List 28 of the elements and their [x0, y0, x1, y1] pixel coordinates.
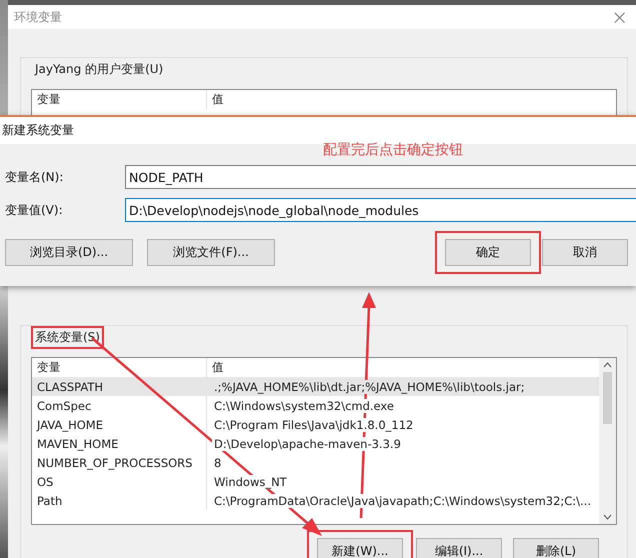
dialog-button[interactable]: 取消	[542, 239, 628, 266]
table-cell: D:\Develop\apache-maven-3.3.9	[212, 436, 403, 450]
field-label: 变量值(V):	[4, 202, 64, 218]
column-header[interactable]: 值	[207, 90, 224, 109]
field-label: 变量名(N):	[4, 168, 64, 186]
close-button[interactable]: ×	[611, 5, 628, 29]
scroll-up-icon[interactable]	[603, 362, 612, 368]
column-header[interactable]: 值	[207, 358, 224, 377]
scrollbar-thumb[interactable]	[603, 372, 612, 424]
dialog-button[interactable]: 确定	[445, 239, 531, 266]
scrollbar[interactable]	[599, 358, 616, 524]
window-title: 环境变量	[14, 8, 62, 26]
table-cell: C:\Program Files\Java\jdk1.8.0_112	[212, 418, 416, 432]
table-cell: Path	[32, 491, 207, 510]
dialog-button[interactable]: 编辑(I)...	[416, 538, 502, 558]
dialog-button[interactable]: 删除(L)	[513, 538, 599, 558]
table-row[interactable]: CLASSPATH .;%JAVA_HOME%\lib\dt.jar;%JAVA_HOME%\lib\tools.jar;	[32, 377, 599, 396]
scroll-down-icon[interactable]	[603, 514, 612, 520]
dialog-button[interactable]: 浏览目录(D)...	[5, 239, 133, 266]
dialog-button[interactable]: 新建(W)...	[317, 538, 403, 558]
input-field[interactable]: D:\Develop\nodejs\node_global\node_modules	[125, 198, 636, 222]
table-cell: C:\Windows\system32\cmd.exe	[212, 398, 396, 412]
input-field[interactable]: NODE_PATH	[125, 165, 636, 189]
dialog-title: 新建系统变量	[2, 122, 74, 139]
dialog-button[interactable]: 浏览文件(F)...	[147, 239, 275, 266]
table-cell: 8	[212, 456, 224, 470]
table-cell: Windows_NT	[212, 474, 289, 488]
annotation-text: 配置完后点击确定按钮	[323, 141, 463, 159]
